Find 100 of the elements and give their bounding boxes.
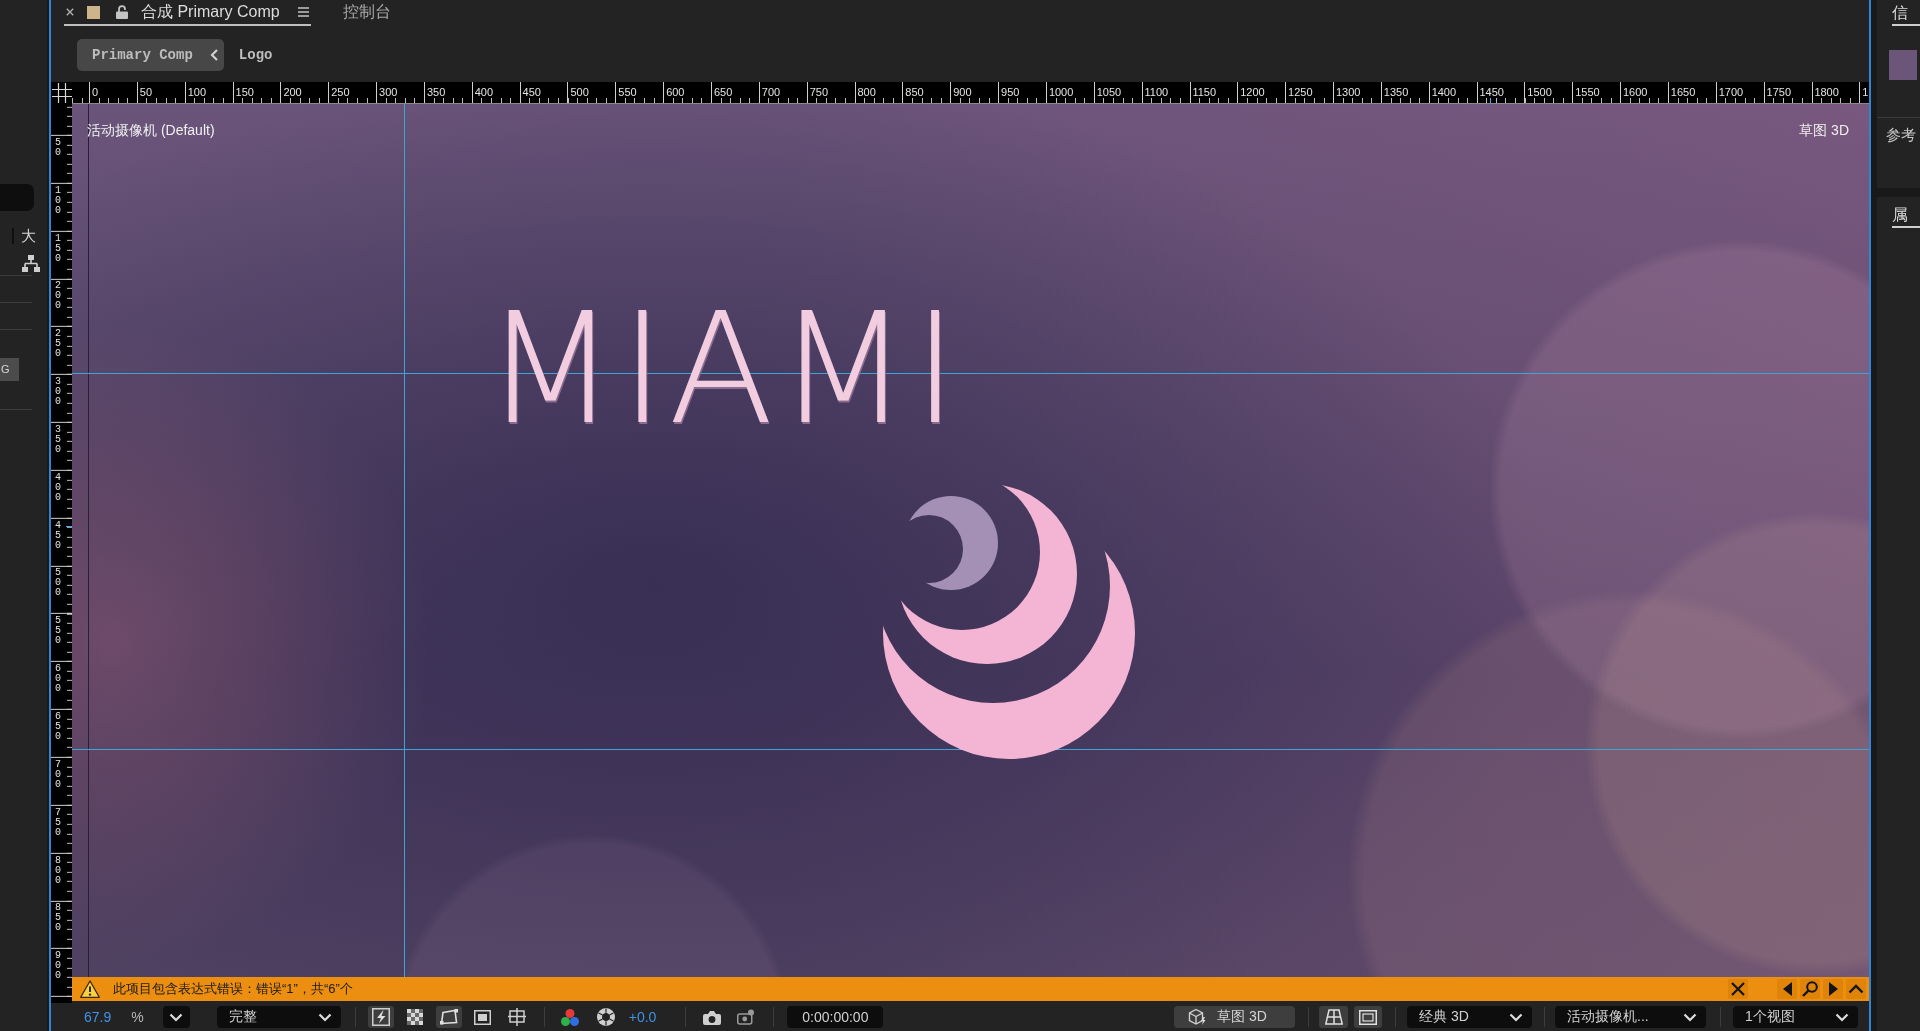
- ruler-label: 1550: [1575, 86, 1600, 98]
- cube-icon: [1188, 1008, 1206, 1026]
- ruler-label: 1200: [1240, 86, 1265, 98]
- ruler-label: 1750: [1766, 86, 1791, 98]
- checkerboard-icon: [406, 1009, 423, 1025]
- ruler-label: 1500: [1527, 86, 1552, 98]
- panel-tab[interactable]: 合成 Primary Comp: [64, 0, 311, 26]
- panel-tab[interactable]: 属: [1892, 197, 1920, 228]
- ruler-label: 450: [55, 520, 61, 551]
- ruler-label: 1700: [1718, 86, 1744, 98]
- exposure-button[interactable]: [596, 1008, 615, 1026]
- ruler-label: 150: [235, 86, 254, 98]
- ruler-label: 1350: [1383, 86, 1409, 98]
- ruler-label: 800: [55, 855, 61, 886]
- ruler-label: 100: [187, 86, 207, 98]
- ruler-label: 600: [666, 86, 685, 98]
- show-snapshot-button[interactable]: [737, 1008, 756, 1026]
- ruler-label: 50: [139, 86, 153, 98]
- exposure-value[interactable]: +0.0: [628, 1009, 657, 1025]
- triangle-right-icon: [1828, 982, 1838, 996]
- format-tag: G: [0, 358, 19, 381]
- next-button[interactable]: [1823, 979, 1843, 999]
- floor-grid-icon: [1324, 1009, 1343, 1025]
- view-toggle[interactable]: [1319, 1006, 1348, 1028]
- warning-message: 此项目包含表达式错误：错误“1”，共“6”个: [113, 981, 353, 997]
- zoom-dropdown[interactable]: [162, 1006, 190, 1028]
- section-label: 参考: [1886, 126, 1916, 144]
- chevron-up-icon: [1848, 984, 1864, 994]
- draft-3d-button[interactable]: 草图 3D: [1174, 1006, 1295, 1028]
- ruler-label: 550: [618, 86, 637, 98]
- chevron-down-icon: [1835, 1012, 1849, 1022]
- ruler-label: 350: [426, 86, 446, 98]
- camera-label: 活动摄像机 (Default): [87, 122, 215, 139]
- ruler-label: 950: [1001, 86, 1020, 98]
- camera-outline-icon: [737, 1009, 756, 1025]
- ruler-label: 1600: [1623, 86, 1648, 98]
- chevron-down-icon: [1683, 1012, 1697, 1022]
- frame-icon: [1359, 1009, 1377, 1025]
- close-icon: [1731, 982, 1745, 996]
- view-toggle[interactable]: [1354, 1006, 1382, 1028]
- camera-icon: [703, 1009, 722, 1025]
- resolution-dropdown[interactable]: 完整: [216, 1006, 341, 1028]
- search-icon: [1802, 981, 1818, 997]
- ruler-label: 150: [55, 233, 61, 264]
- view-option-toggle[interactable]: [435, 1006, 462, 1028]
- snapshot-button[interactable]: [703, 1008, 722, 1026]
- ruler-label: 1300: [1335, 86, 1361, 98]
- crosshair-icon: [507, 1008, 526, 1026]
- ruler-label: 50: [55, 137, 61, 158]
- triangle-left-icon: [1782, 982, 1792, 996]
- zoom-value[interactable]: 67.9: [84, 1009, 112, 1025]
- polygon-icon: [439, 1009, 458, 1025]
- renderer-dropdown[interactable]: 经典 3D: [1407, 1006, 1532, 1028]
- panel-tab[interactable]: 控制台: [342, 0, 391, 26]
- ruler-label: 250: [331, 86, 350, 98]
- grid-icon: [51, 83, 72, 103]
- search-button[interactable]: [1800, 979, 1820, 999]
- lightning-icon: [371, 1008, 390, 1026]
- ruler-label: 750: [809, 86, 828, 98]
- cursor-marker: [1490, 97, 1491, 103]
- color-swatch-icon: [1889, 50, 1917, 80]
- ruler-corner[interactable]: [51, 82, 72, 104]
- ruler-label: 750: [55, 807, 61, 838]
- ruler-label: 0: [92, 86, 99, 98]
- aperture-icon: [596, 1008, 615, 1026]
- ruler-label: 1250: [1288, 86, 1313, 98]
- camera-dropdown[interactable]: 活动摄像机...: [1555, 1006, 1706, 1028]
- breadcrumb[interactable]: Primary Comp: [77, 39, 224, 71]
- view-option-toggle[interactable]: [367, 1006, 394, 1028]
- panel-tab[interactable]: 信: [1892, 0, 1920, 26]
- timecode-display[interactable]: 0:00:00:00: [787, 1006, 884, 1028]
- chevron-left-icon: [209, 49, 218, 61]
- color-swatch-icon: [87, 5, 100, 19]
- previous-button[interactable]: [1777, 979, 1797, 999]
- ruler-label: 200: [283, 86, 302, 98]
- ruler-label: 800: [857, 86, 876, 98]
- chevron-down-icon: [1509, 1012, 1523, 1022]
- ruler-label: 100: [55, 185, 61, 216]
- ruler-label: 1150: [1192, 86, 1217, 98]
- rgb-circles-icon: [560, 1008, 579, 1026]
- ruler-label: 300: [379, 86, 398, 98]
- menu-icon: [297, 7, 309, 17]
- ruler-label: 1: [1862, 86, 1869, 98]
- breadcrumb[interactable]: Logo: [223, 39, 279, 71]
- ruler-label: 400: [55, 472, 61, 503]
- ruler-label: 1050: [1096, 86, 1122, 98]
- hierarchy-icon: [22, 255, 40, 272]
- ruler-label: 650: [713, 86, 733, 98]
- ruler-label: 350: [55, 424, 61, 455]
- ruler-label: 500: [570, 86, 589, 98]
- close-button[interactable]: [1728, 979, 1748, 999]
- ruler-label: 1100: [1144, 86, 1169, 98]
- chevron-down-icon: [317, 1012, 332, 1022]
- view-layout-dropdown[interactable]: 1个视图: [1733, 1006, 1858, 1028]
- channel-button[interactable]: [560, 1008, 579, 1026]
- lock-icon: [116, 5, 128, 19]
- ruler-label: 850: [905, 86, 924, 98]
- column-header[interactable]: 大: [21, 227, 36, 245]
- chevron-down-icon: [169, 1012, 184, 1022]
- collapse-button[interactable]: [1846, 979, 1866, 999]
